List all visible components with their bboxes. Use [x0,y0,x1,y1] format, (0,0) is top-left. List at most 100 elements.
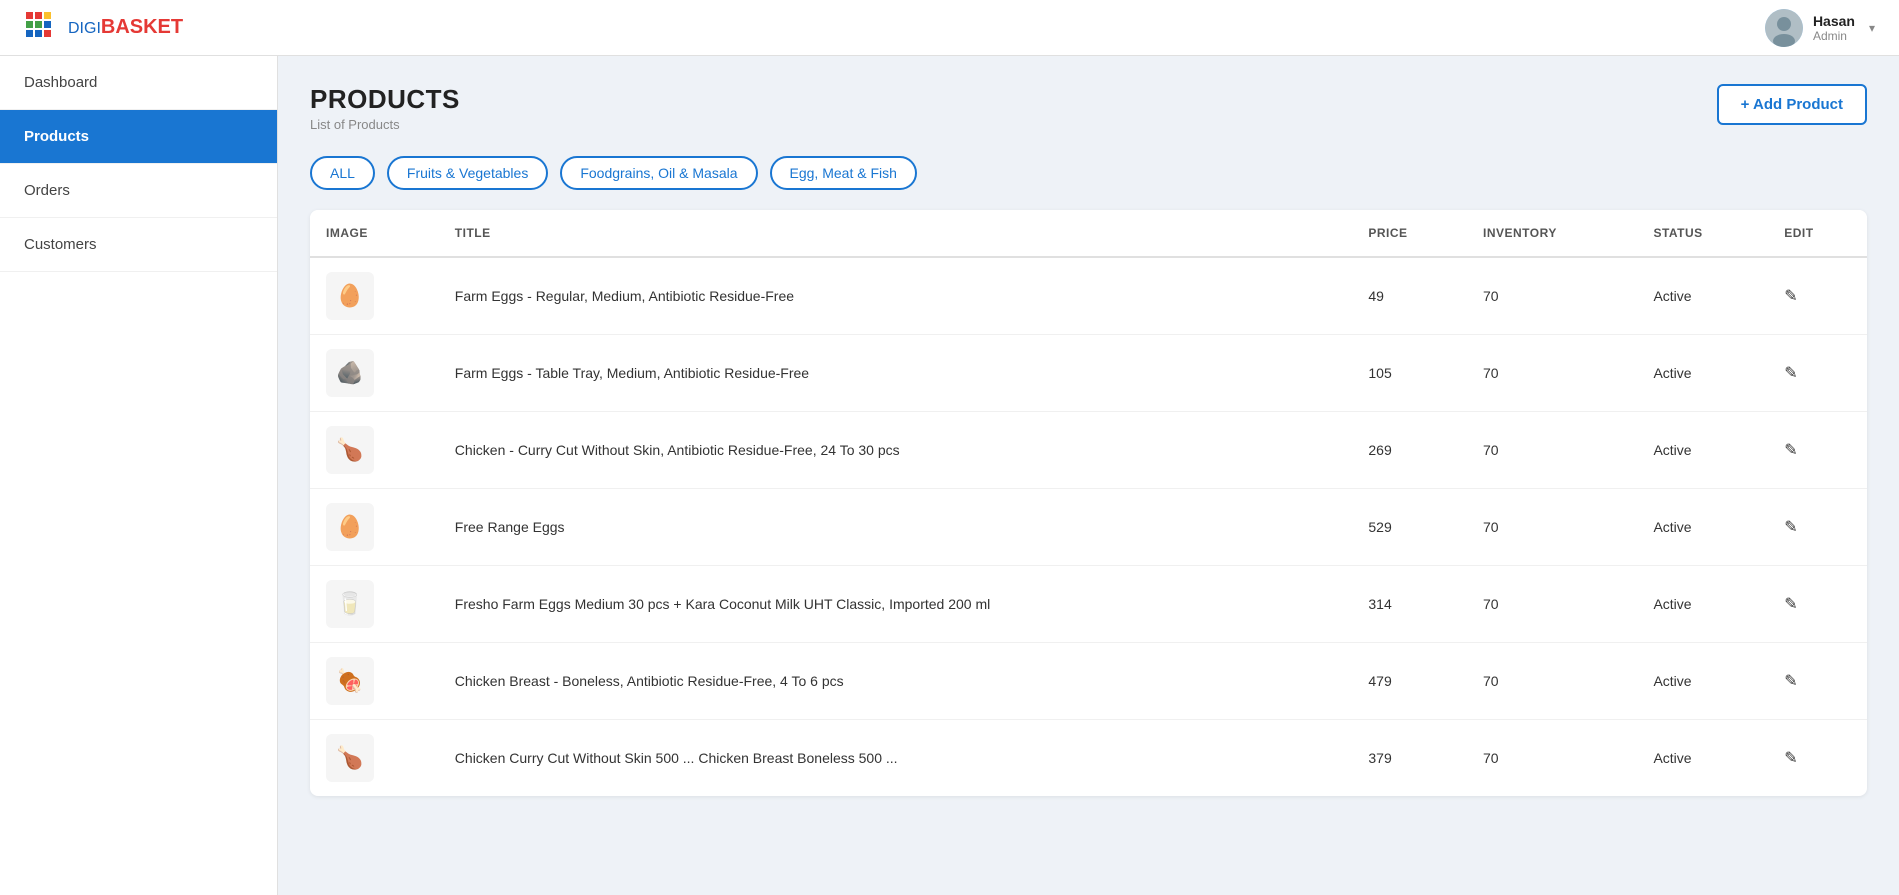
cell-image-5: 🍖 [310,643,439,720]
page-title-area: PRODUCTS List of Products [310,84,460,132]
edit-icon-0[interactable]: ✎ [1784,288,1797,305]
user-info: Hasan Admin [1813,13,1855,43]
cell-price-4: 314 [1352,566,1467,643]
user-role: Admin [1813,29,1847,43]
cell-edit-0[interactable]: ✎ [1768,257,1867,335]
main-content: PRODUCTS List of Products + Add Product … [278,56,1899,895]
cell-inventory-6: 70 [1467,720,1637,797]
edit-icon-2[interactable]: ✎ [1784,442,1797,459]
cell-title-3: Free Range Eggs [439,489,1353,566]
edit-icon-4[interactable]: ✎ [1784,596,1797,613]
col-inventory: INVENTORY [1467,210,1637,257]
cell-edit-6[interactable]: ✎ [1768,720,1867,797]
logo-digi: DIGI [68,20,101,37]
table-row: 🍗 Chicken - Curry Cut Without Skin, Anti… [310,412,1867,489]
product-image-0: 🥚 [326,272,374,320]
cell-title-0: Farm Eggs - Regular, Medium, Antibiotic … [439,257,1353,335]
cell-inventory-5: 70 [1467,643,1637,720]
cell-status-0: Active [1637,257,1768,335]
cell-title-6: Chicken Curry Cut Without Skin 500 ... C… [439,720,1353,797]
cell-inventory-1: 70 [1467,335,1637,412]
cell-edit-1[interactable]: ✎ [1768,335,1867,412]
cell-title-4: Fresho Farm Eggs Medium 30 pcs + Kara Co… [439,566,1353,643]
col-image: IMAGE [310,210,439,257]
table-row: 🥛 Fresho Farm Eggs Medium 30 pcs + Kara … [310,566,1867,643]
cell-edit-3[interactable]: ✎ [1768,489,1867,566]
user-area[interactable]: Hasan Admin ▾ [1765,9,1875,47]
cell-price-6: 379 [1352,720,1467,797]
cell-image-0: 🥚 [310,257,439,335]
logo-basket: BASKET [101,16,183,38]
cell-status-1: Active [1637,335,1768,412]
table-row: 🍖 Chicken Breast - Boneless, Antibiotic … [310,643,1867,720]
cell-price-2: 269 [1352,412,1467,489]
cell-price-5: 479 [1352,643,1467,720]
cell-edit-4[interactable]: ✎ [1768,566,1867,643]
cell-status-5: Active [1637,643,1768,720]
cell-inventory-2: 70 [1467,412,1637,489]
filter-tabs: ALL Fruits & Vegetables Foodgrains, Oil … [310,156,1867,190]
product-image-5: 🍖 [326,657,374,705]
sidebar-item-products[interactable]: Products [0,110,277,164]
chevron-down-icon: ▾ [1869,21,1875,35]
edit-icon-5[interactable]: ✎ [1784,673,1797,690]
cell-price-1: 105 [1352,335,1467,412]
cell-price-0: 49 [1352,257,1467,335]
cell-inventory-4: 70 [1467,566,1637,643]
add-product-button[interactable]: + Add Product [1717,84,1867,125]
product-image-4: 🥛 [326,580,374,628]
filter-tab-foodgrains[interactable]: Foodgrains, Oil & Masala [560,156,757,190]
cell-edit-2[interactable]: ✎ [1768,412,1867,489]
product-image-6: 🍗 [326,734,374,782]
filter-tab-all[interactable]: ALL [310,156,375,190]
sidebar-item-dashboard[interactable]: Dashboard [0,56,277,110]
cell-status-4: Active [1637,566,1768,643]
product-image-2: 🍗 [326,426,374,474]
table-row: 🥚 Free Range Eggs 529 70 Active ✎ [310,489,1867,566]
edit-icon-1[interactable]: ✎ [1784,365,1797,382]
edit-icon-3[interactable]: ✎ [1784,519,1797,536]
edit-icon-6[interactable]: ✎ [1784,750,1797,767]
logo-icon [24,10,60,46]
col-edit: EDIT [1768,210,1867,257]
products-table-container: IMAGE TITLE PRICE INVENTORY STATUS EDIT … [310,210,1867,796]
col-title: TITLE [439,210,1353,257]
page-header: PRODUCTS List of Products + Add Product [310,84,1867,132]
cell-status-2: Active [1637,412,1768,489]
avatar-svg [1765,9,1803,47]
cell-status-6: Active [1637,720,1768,797]
sidebar: Dashboard Products Orders Customers [0,56,278,895]
table-header-row: IMAGE TITLE PRICE INVENTORY STATUS EDIT [310,210,1867,257]
cell-price-3: 529 [1352,489,1467,566]
sidebar-item-orders[interactable]: Orders [0,164,277,218]
avatar [1765,9,1803,47]
col-status: STATUS [1637,210,1768,257]
filter-tab-fruits-veg[interactable]: Fruits & Vegetables [387,156,548,190]
table-row: 🪨 Farm Eggs - Table Tray, Medium, Antibi… [310,335,1867,412]
top-header: DIGIBASKET Hasan Admin ▾ [0,0,1899,56]
table-row: 🥚 Farm Eggs - Regular, Medium, Antibioti… [310,257,1867,335]
cell-image-4: 🥛 [310,566,439,643]
page-subtitle: List of Products [310,117,460,132]
cell-inventory-3: 70 [1467,489,1637,566]
col-price: PRICE [1352,210,1467,257]
body-layout: Dashboard Products Orders Customers PROD… [0,56,1899,895]
logo-area: DIGIBASKET [24,10,183,46]
cell-inventory-0: 70 [1467,257,1637,335]
filter-tab-egg-meat-fish[interactable]: Egg, Meat & Fish [770,156,917,190]
user-name: Hasan [1813,13,1855,29]
sidebar-item-customers[interactable]: Customers [0,218,277,272]
cell-title-5: Chicken Breast - Boneless, Antibiotic Re… [439,643,1353,720]
product-image-1: 🪨 [326,349,374,397]
cell-edit-5[interactable]: ✎ [1768,643,1867,720]
table-row: 🍗 Chicken Curry Cut Without Skin 500 ...… [310,720,1867,797]
logo-text: DIGIBASKET [68,16,183,39]
cell-image-2: 🍗 [310,412,439,489]
cell-image-1: 🪨 [310,335,439,412]
products-table: IMAGE TITLE PRICE INVENTORY STATUS EDIT … [310,210,1867,796]
page-title: PRODUCTS [310,84,460,115]
cell-title-2: Chicken - Curry Cut Without Skin, Antibi… [439,412,1353,489]
cell-image-3: 🥚 [310,489,439,566]
cell-status-3: Active [1637,489,1768,566]
cell-title-1: Farm Eggs - Table Tray, Medium, Antibiot… [439,335,1353,412]
